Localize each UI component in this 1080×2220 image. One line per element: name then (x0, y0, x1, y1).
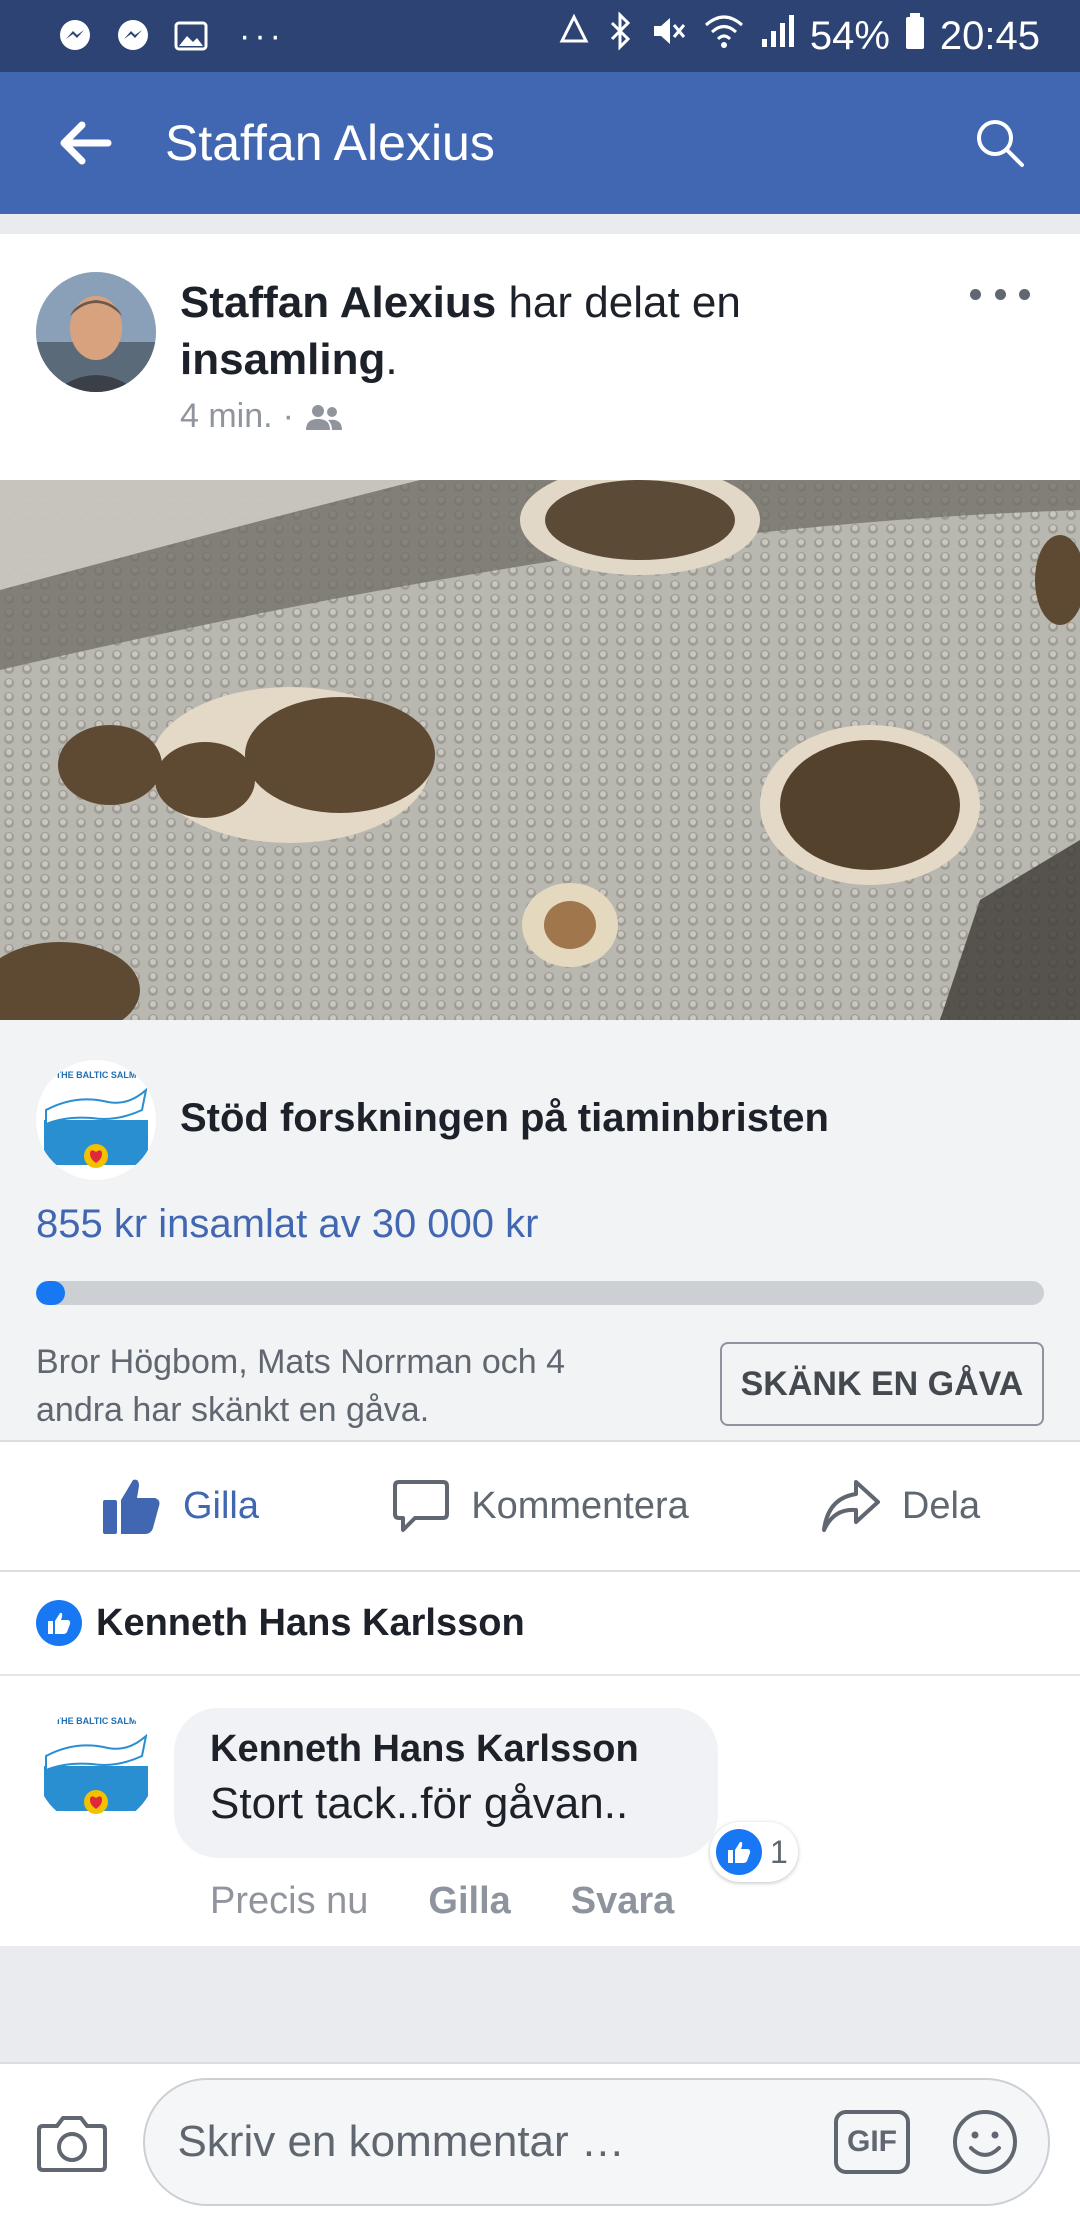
fundraiser-title: Stöd forskningen på tiaminbristen (180, 1096, 829, 1140)
more-dot (970, 288, 981, 300)
post-actions: Gilla Kommentera Dela (0, 1440, 1080, 1572)
thumbs-up-icon (102, 1479, 160, 1534)
commenter-avatar[interactable]: THE BALTIC SALM (36, 1706, 156, 1826)
comment-composer: Skriv en kommentar … GIF (0, 2062, 1080, 2220)
share-button[interactable]: Dela (720, 1476, 1080, 1536)
reaction-count: 1 (770, 1833, 788, 1870)
share-icon (821, 1480, 880, 1532)
fundraiser-card[interactable]: THE BALTIC SALM Stöd forskningen på tiam… (0, 1020, 1080, 1440)
comment-reaction-count[interactable]: 1 (710, 1822, 798, 1882)
share-label: Dela (901, 1484, 981, 1527)
more-notifications-icon: ··· (239, 16, 285, 55)
like-button[interactable]: Gilla (0, 1476, 360, 1536)
post-object-link[interactable]: insamling (180, 335, 385, 384)
bluetooth-icon (608, 11, 634, 61)
camera-button[interactable] (30, 2100, 113, 2184)
wifi-icon (702, 11, 746, 61)
gallery-icon (171, 16, 211, 56)
page-title: Staffan Alexius (165, 115, 495, 171)
more-dot (1019, 288, 1030, 300)
commenter-logo-text: THE BALTIC SALM (56, 1716, 137, 1726)
fundraiser-progress (36, 1281, 1044, 1305)
post-image[interactable] (0, 480, 1080, 1020)
comment-label: Kommentera (471, 1484, 689, 1527)
post-card: Staffan Alexius har delat en insamling. … (0, 234, 1080, 1946)
gif-button[interactable]: GIF (834, 2110, 910, 2174)
comment-time: Precis nu (210, 1880, 369, 1922)
like-reaction-icon (716, 1829, 762, 1875)
post-more-button[interactable] (970, 274, 1030, 314)
post-author-name[interactable]: Staffan Alexius (180, 278, 496, 327)
search-button[interactable] (960, 103, 1040, 183)
back-button[interactable] (40, 98, 130, 188)
like-label: Gilla (182, 1484, 260, 1527)
comment-icon (393, 1480, 450, 1532)
comment-input[interactable]: Skriv en kommentar … GIF (143, 2078, 1050, 2206)
post-header: Staffan Alexius har delat en insamling. … (0, 234, 1080, 480)
donate-button[interactable]: SKÄNK EN GÅVA (720, 1342, 1044, 1426)
back-arrow-icon (60, 121, 112, 165)
messenger-icon (55, 16, 95, 56)
meta-separator: · (282, 397, 294, 435)
comment-button[interactable]: Kommentera (360, 1476, 720, 1536)
post-action-text: har delat en (496, 278, 741, 327)
fundraiser-logo-text: THE BALTIC SALM (56, 1070, 137, 1080)
post-punct: . (385, 335, 398, 384)
camera-icon (36, 2116, 107, 2172)
friends-icon (305, 404, 342, 430)
comment: THE BALTIC SALM Kenneth Hans Karlsson St… (0, 1676, 1080, 1946)
search-icon (977, 120, 1024, 167)
comment-meta: Precis nu Gilla Svara (210, 1880, 674, 1923)
post-title: Staffan Alexius har delat en insamling. (180, 274, 820, 388)
mute-icon (648, 11, 688, 61)
fundraiser-amount: 855 kr insamlat av 30 000 kr (36, 1202, 539, 1246)
battery-percent: 54% (809, 13, 890, 58)
smiley-icon (953, 2110, 1017, 2174)
battery-icon (904, 11, 926, 61)
clock: 20:45 (939, 13, 1040, 58)
comment-text: Stort tack..för gåvan.. (210, 1779, 629, 1828)
recycle-icon (554, 11, 594, 61)
messenger-icon (113, 16, 153, 56)
comment-like-button[interactable]: Gilla (428, 1880, 510, 1923)
app-bar: Staffan Alexius (0, 72, 1080, 214)
comment-bubble[interactable]: Kenneth Hans Karlsson Stort tack..för gå… (174, 1708, 718, 1858)
author-avatar[interactable] (36, 272, 156, 392)
likers-name: Kenneth Hans Karlsson (96, 1601, 525, 1644)
comment-input-placeholder: Skriv en kommentar … (177, 2117, 625, 2166)
post-time[interactable]: 4 min. (180, 397, 273, 436)
comment-author[interactable]: Kenneth Hans Karlsson (210, 1728, 682, 1771)
emoji-button[interactable] (950, 2107, 1020, 2177)
post-meta: 4 min. · (180, 397, 344, 436)
more-dot (994, 288, 1006, 300)
comment-reply-button[interactable]: Svara (571, 1880, 675, 1923)
likers-row[interactable]: Kenneth Hans Karlsson (0, 1572, 1080, 1676)
fundraiser-logo: THE BALTIC SALM (36, 1060, 156, 1180)
like-reaction-icon (36, 1600, 82, 1646)
fundraiser-donors[interactable]: Bror Högbom, Mats Norrman och 4 andra ha… (36, 1338, 656, 1434)
status-bar: ··· 54% 20:45 (0, 0, 1080, 72)
signal-icon (760, 11, 796, 61)
fundraiser-progress-fill (36, 1281, 65, 1305)
